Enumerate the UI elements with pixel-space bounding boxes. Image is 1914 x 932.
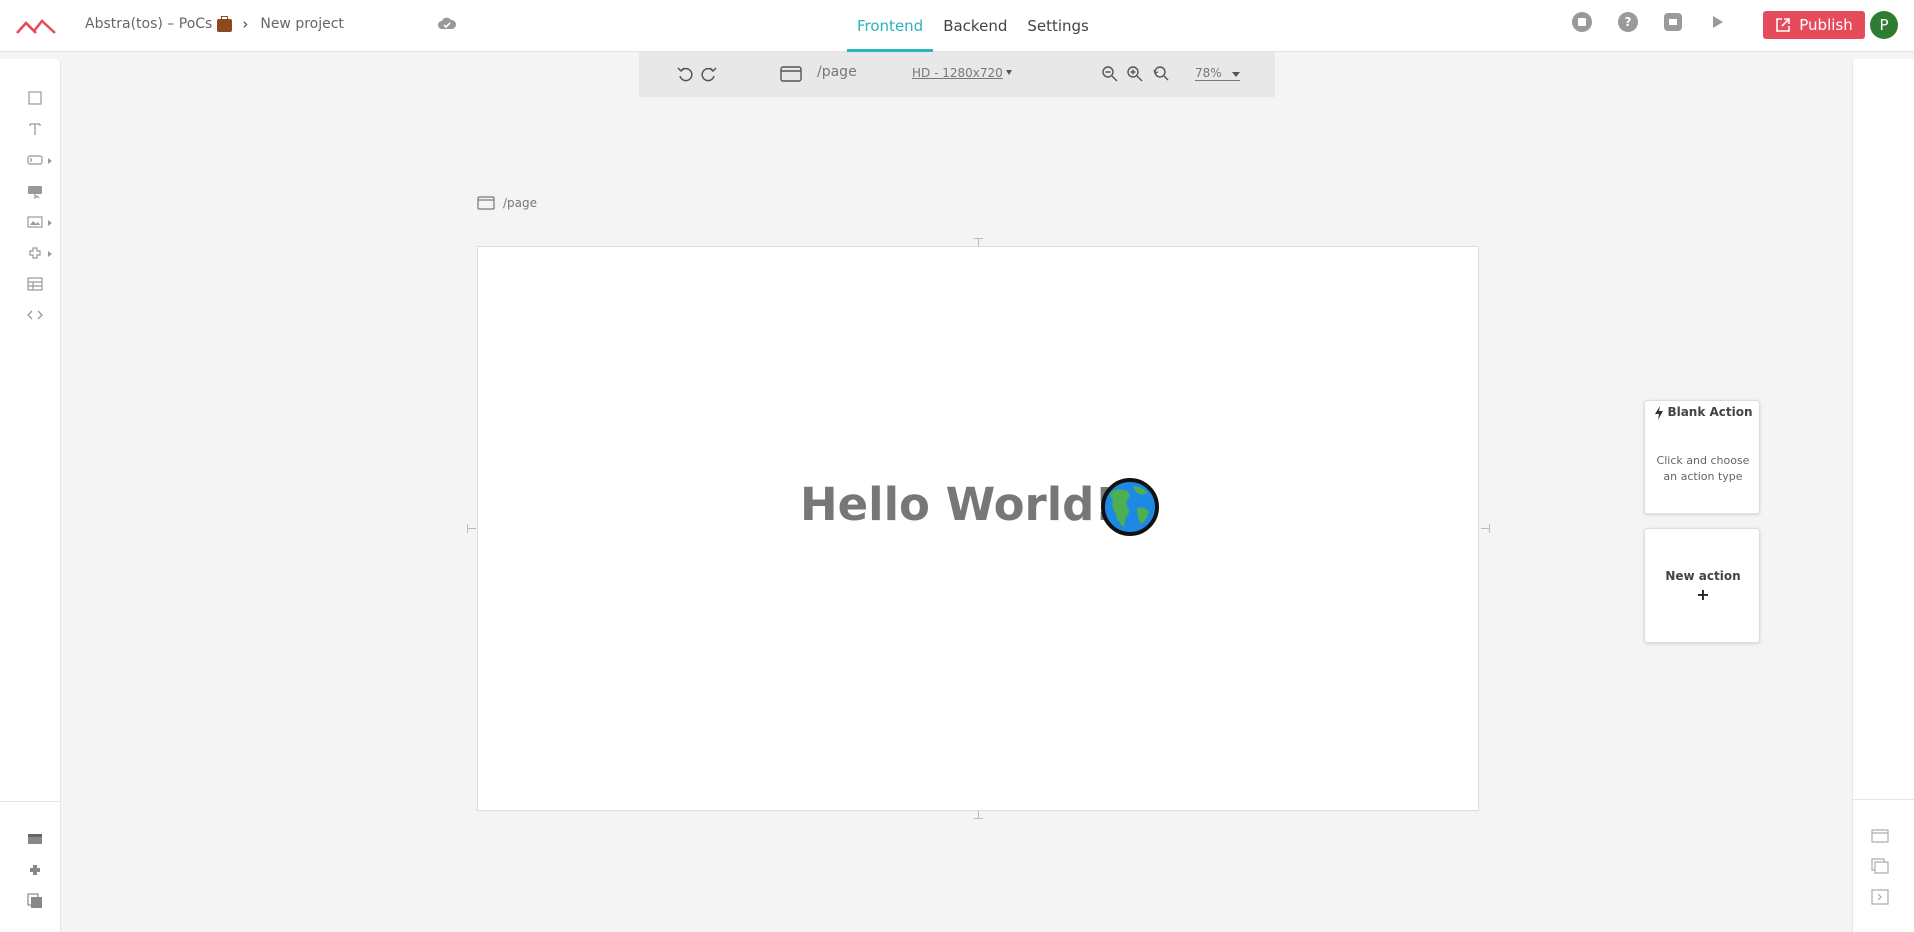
avatar[interactable]: P bbox=[1870, 11, 1898, 39]
breadcrumb-project[interactable]: New project bbox=[260, 16, 344, 32]
plugin-tool-icon[interactable] bbox=[27, 245, 43, 261]
panel-toggle-icon[interactable] bbox=[1871, 889, 1889, 905]
page-frame-label[interactable]: /page bbox=[477, 196, 537, 210]
top-bar: Abstra(tos) – PoCs › New project Fronten… bbox=[0, 0, 1914, 52]
tab-backend[interactable]: Backend bbox=[933, 0, 1017, 52]
browser-window-icon bbox=[477, 196, 495, 210]
stop-icon[interactable] bbox=[1572, 12, 1592, 32]
tab-frontend[interactable]: Frontend bbox=[847, 0, 934, 52]
page-frame-path: /page bbox=[503, 196, 538, 210]
main-tabs: Frontend Backend Settings bbox=[847, 0, 1099, 52]
top-actions: ? bbox=[1572, 12, 1723, 32]
plus-icon: + bbox=[1696, 585, 1710, 604]
caret-right-icon[interactable] bbox=[48, 158, 52, 164]
plugins-icon[interactable] bbox=[27, 862, 43, 878]
right-sidebar-bottom bbox=[1853, 799, 1914, 800]
logo-icon[interactable] bbox=[16, 13, 56, 39]
help-icon[interactable]: ? bbox=[1618, 12, 1638, 32]
browser-window-icon bbox=[780, 66, 802, 82]
canvas-toolbar: /page HD - 1280x720 78% bbox=[639, 52, 1275, 97]
save-icon[interactable] bbox=[1664, 13, 1682, 31]
breadcrumb-workspace[interactable]: Abstra(tos) – PoCs bbox=[85, 16, 212, 32]
resize-handle-right-stem[interactable] bbox=[1481, 528, 1490, 529]
cloud-saved-icon bbox=[438, 17, 457, 29]
zoom-select[interactable]: 78% bbox=[1195, 66, 1240, 81]
blank-action-title: Blank Action bbox=[1667, 405, 1753, 419]
code-tool-icon[interactable] bbox=[27, 307, 43, 323]
pages-icon[interactable] bbox=[27, 831, 43, 847]
table-tool-icon[interactable] bbox=[27, 276, 43, 292]
input-tool-icon[interactable] bbox=[27, 152, 43, 168]
resize-handle-left-stem[interactable] bbox=[467, 528, 476, 529]
hello-heading[interactable]: Hello World! bbox=[800, 478, 1115, 531]
image-tool-icon[interactable] bbox=[27, 214, 43, 230]
left-sidebar-bottom bbox=[0, 801, 60, 802]
chevron-down-icon[interactable] bbox=[1006, 70, 1012, 75]
container-tool-icon[interactable] bbox=[27, 90, 43, 106]
window-icon[interactable] bbox=[1871, 828, 1889, 844]
publish-button[interactable]: Publish bbox=[1763, 11, 1865, 39]
button-tool-icon[interactable] bbox=[27, 183, 43, 200]
resolution-select[interactable]: HD - 1280x720 bbox=[912, 66, 1003, 80]
blank-action-card[interactable]: Blank Action Click and choose an action … bbox=[1644, 400, 1760, 514]
route-path[interactable]: /page bbox=[817, 64, 857, 80]
globe-icon[interactable] bbox=[1101, 478, 1159, 536]
publish-label: Publish bbox=[1799, 16, 1853, 34]
new-action-label: New action bbox=[1665, 569, 1741, 583]
zoom-out-icon[interactable] bbox=[1101, 65, 1119, 83]
caret-right-icon[interactable] bbox=[48, 220, 52, 226]
zoom-in-icon[interactable] bbox=[1126, 65, 1144, 83]
resize-handle-bottom-stem[interactable] bbox=[978, 810, 979, 819]
blank-action-description: Click and choose an action type bbox=[1656, 454, 1750, 483]
undo-icon[interactable] bbox=[676, 65, 694, 83]
play-icon[interactable] bbox=[1713, 16, 1723, 28]
redo-icon[interactable] bbox=[700, 65, 718, 83]
chevron-right-icon: › bbox=[242, 15, 249, 33]
left-sidebar bbox=[0, 59, 61, 932]
new-action-card[interactable]: New action + bbox=[1644, 528, 1760, 643]
briefcase-icon bbox=[217, 15, 233, 32]
breadcrumb: Abstra(tos) – PoCs › New project bbox=[85, 0, 344, 48]
external-link-icon bbox=[1776, 18, 1791, 32]
caret-right-icon[interactable] bbox=[48, 251, 52, 257]
zoom-reset-icon[interactable] bbox=[1152, 65, 1170, 83]
layers-icon[interactable] bbox=[1871, 858, 1889, 874]
right-sidebar bbox=[1852, 59, 1914, 932]
tab-settings[interactable]: Settings bbox=[1017, 0, 1099, 52]
text-tool-icon[interactable] bbox=[27, 121, 43, 137]
files-icon[interactable] bbox=[27, 893, 43, 909]
